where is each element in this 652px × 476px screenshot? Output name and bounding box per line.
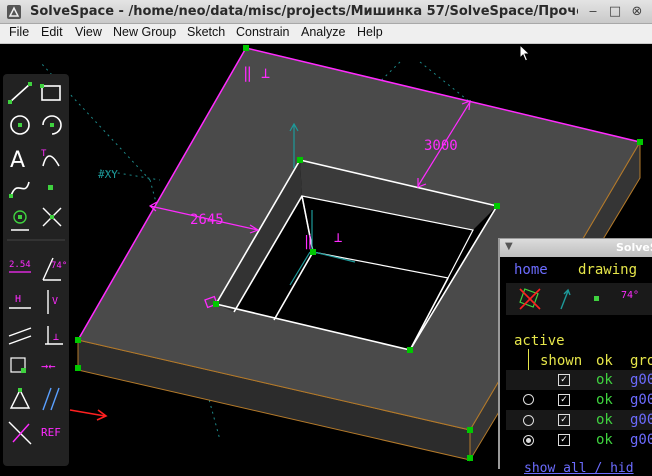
bezier-icon[interactable] [9,181,30,198]
parallel-constraint-mark[interactable]: ‖ ⊥ [243,64,270,82]
property-browser-titlebar[interactable]: ▼ SolveSpa [500,239,652,257]
active-column-header: active [514,333,565,349]
window-menu-icon[interactable]: ▼ [505,241,513,252]
shown-checkbox[interactable]: ✓ [558,434,570,446]
nav-drawing-link[interactable]: drawing [578,262,637,278]
sketch-toolbar: A T 2.54 74° H V ⊥ →← REF [3,74,69,466]
property-browser-window[interactable]: ▼ SolveSpa home drawing 74° active shown… [498,238,652,476]
dimension-2645-label[interactable]: 2645 [190,212,224,228]
point-icon[interactable] [48,185,53,190]
window-title: SolveSpace - /home/neo/data/misc/project… [30,4,578,19]
menu-file[interactable]: File [9,25,29,39]
active-radio-selected[interactable] [523,435,534,446]
normals-icon[interactable] [556,287,574,311]
rectangle-icon[interactable] [40,84,61,101]
shown-column-header: shown [540,353,583,369]
active-radio[interactable] [523,394,534,405]
menu-view[interactable]: View [75,25,102,39]
menu-help[interactable]: Help [357,25,383,39]
active-radio[interactable] [523,415,534,426]
menu-bar: File Edit View New Group Sketch Constrai… [0,24,652,44]
row-ok-status: ok [596,372,613,388]
shown-checkbox[interactable]: ✓ [558,394,570,406]
maximize-button[interactable]: □ [606,3,624,21]
minimize-button[interactable]: ‒ [584,3,602,21]
show-constraints-icon[interactable]: 74° [621,290,639,301]
arc-icon[interactable] [42,115,62,135]
svg-text:74°: 74° [51,261,67,271]
group-column-header: gro [630,353,652,369]
ok-column-header: ok [596,353,613,369]
line-icon[interactable] [8,82,32,104]
row-ok-status: ok [596,432,613,448]
svg-text:⊥: ⊥ [53,332,59,343]
solvespace-app-icon [7,5,21,19]
on-entity-icon[interactable] [10,357,26,373]
reference-icon[interactable]: REF [41,426,61,439]
title-bar[interactable]: SolveSpace - /home/neo/data/misc/project… [0,0,652,24]
workplane-label: #XY [98,168,118,181]
menu-new-group[interactable]: New Group [113,25,176,39]
text-icon[interactable]: A [10,148,25,173]
menu-sketch[interactable]: Sketch [187,25,225,39]
nav-home-link[interactable]: home [514,262,548,278]
property-browser-title: SolveSpa [616,241,652,254]
equal-icon[interactable] [9,388,31,409]
symmetric-icon[interactable]: →← [41,359,55,373]
row-group-name[interactable]: g00 [630,372,652,388]
shown-checkbox[interactable]: ✓ [558,374,570,386]
svg-text:2.54: 2.54 [9,260,31,270]
angle-dimension-icon[interactable]: 74° [42,257,67,281]
vertical-icon[interactable]: V [47,290,58,314]
menu-analyze[interactable]: Analyze [301,25,345,39]
other-supp-angle-icon[interactable] [42,387,60,411]
row-group-name[interactable]: g00 [630,432,652,448]
distance-dimension-icon[interactable]: 2.54 [9,260,31,273]
point-on-line-icon[interactable] [11,210,29,231]
svg-text:V: V [52,296,58,307]
row-ok-status: ok [596,412,613,428]
svg-text:H: H [15,294,21,305]
constraint-mark-perp[interactable]: ⊥ [334,230,342,246]
tangent-arc-icon[interactable]: T [41,149,60,167]
row-group-name[interactable]: g00 [630,392,652,408]
circle-icon[interactable] [10,115,30,135]
split-curves-icon[interactable] [42,207,62,227]
svg-text:→←: →← [41,359,55,373]
construction-icon[interactable] [8,421,32,445]
shown-checkbox[interactable]: ✓ [558,414,570,426]
show-points-icon[interactable] [594,296,599,301]
dimension-3000-label[interactable]: 3000 [424,138,458,154]
row-ok-status: ok [596,392,613,408]
row-group-name[interactable]: g00 [630,412,652,428]
perpendicular-icon[interactable]: ⊥ [45,326,63,345]
axis-indicator [69,409,108,421]
horizontal-icon[interactable]: H [9,294,31,309]
menu-constrain[interactable]: Constrain [236,25,290,39]
constraint-mark-center[interactable]: ‖ [304,234,312,250]
svg-text:T: T [41,149,47,159]
mouse-cursor-icon [519,44,531,62]
parallel-icon[interactable] [8,327,32,345]
close-button[interactable]: ⊗ [628,3,646,21]
menu-edit[interactable]: Edit [41,25,63,39]
hide-workplane-icon[interactable] [518,287,542,311]
